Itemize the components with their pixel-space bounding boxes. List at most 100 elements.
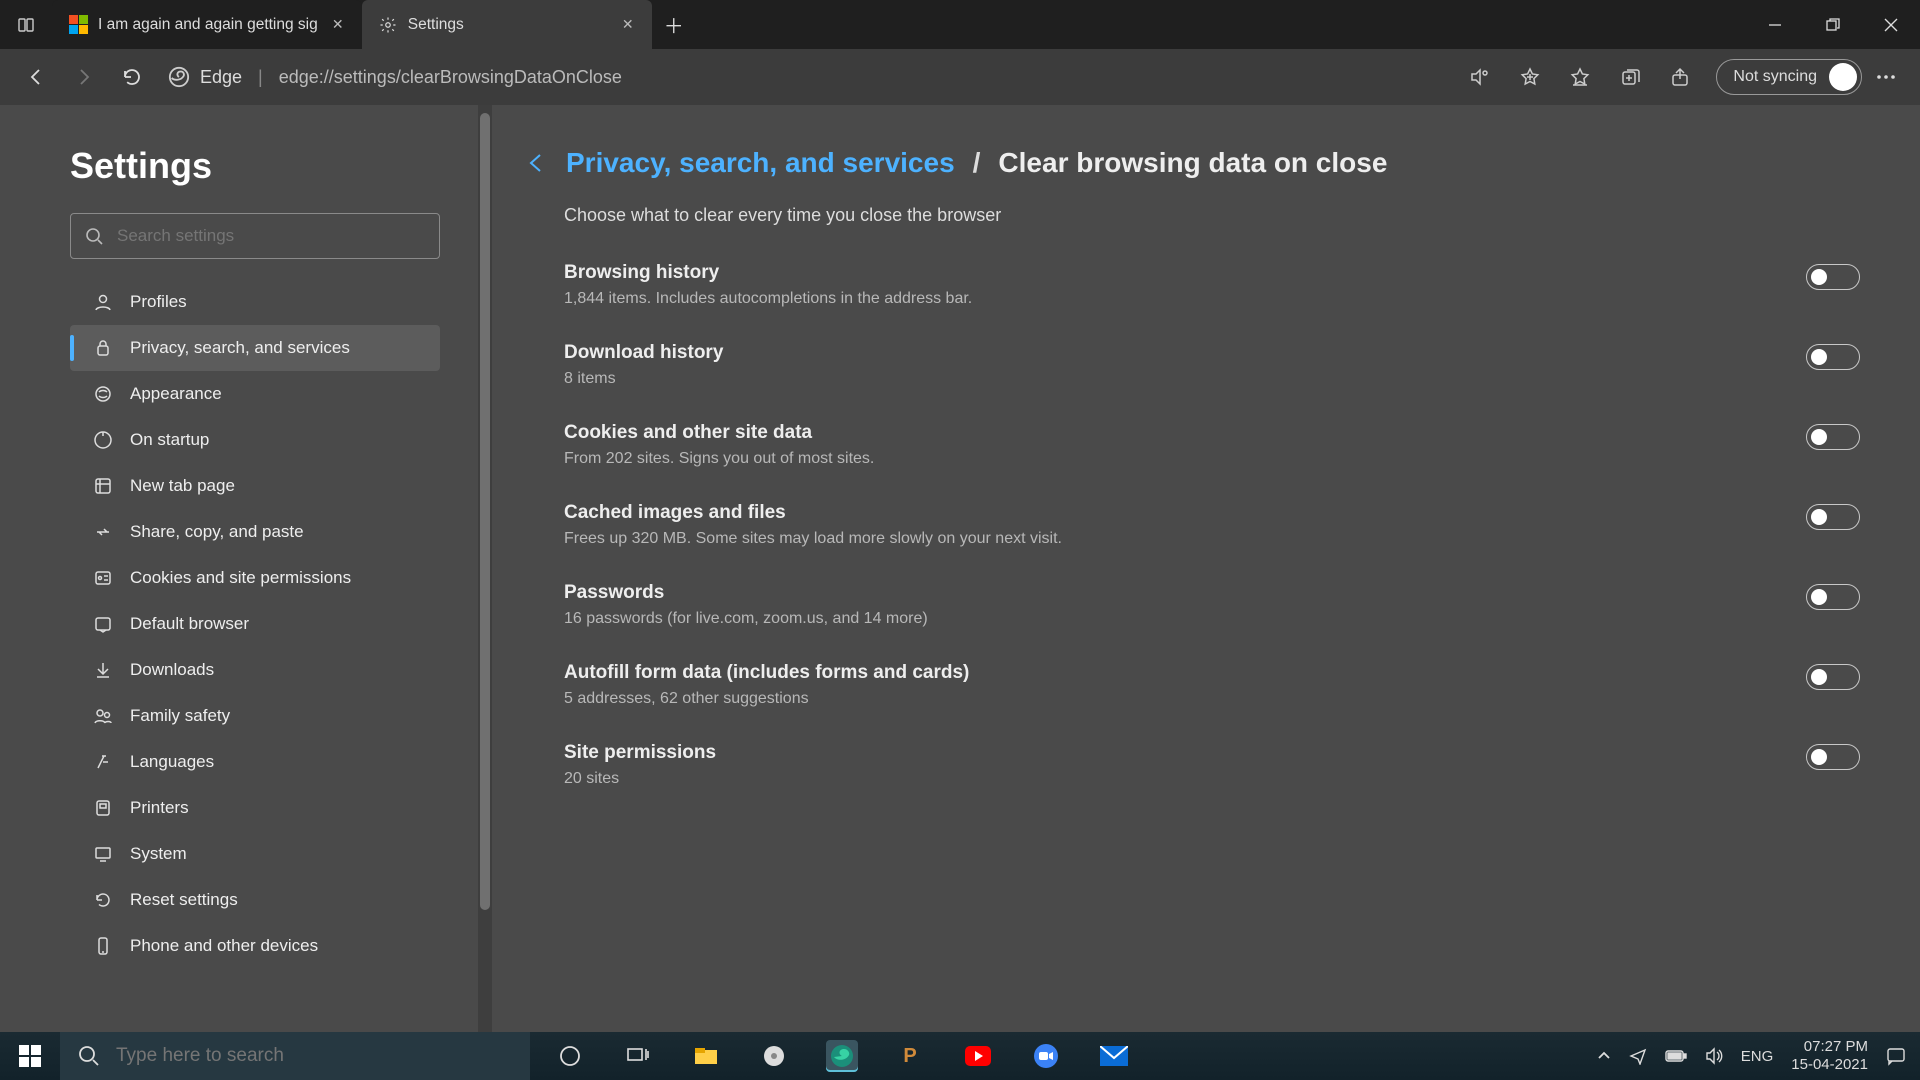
sidebar-item[interactable]: On startup <box>70 417 440 463</box>
sidebar-item[interactable]: Family safety <box>70 693 440 739</box>
settings-sidebar: Settings ProfilesPrivacy, search, and se… <box>0 105 478 1032</box>
notifications-icon[interactable] <box>1886 1046 1906 1066</box>
item-description: 20 sites <box>564 770 1806 788</box>
sidebar-item[interactable]: Downloads <box>70 647 440 693</box>
window-minimize-button[interactable] <box>1746 0 1804 49</box>
clock[interactable]: 07:27 PM 15-04-2021 <box>1791 1038 1868 1074</box>
window-maximize-button[interactable] <box>1804 0 1862 49</box>
item-title: Autofill form data (includes forms and c… <box>564 662 1806 684</box>
taskbar-search-input[interactable] <box>116 1045 512 1067</box>
sidebar-item-label: Family safety <box>130 706 230 726</box>
item-description: 8 items <box>564 370 1806 388</box>
sidebar-item[interactable]: Phone and other devices <box>70 923 440 969</box>
favorites-star-icon[interactable] <box>1518 65 1542 89</box>
nav-icon <box>92 752 114 772</box>
favorites-list-icon[interactable] <box>1568 65 1592 89</box>
address-bar[interactable]: Edge | edge://settings/clearBrowsingData… <box>168 57 1464 97</box>
language-indicator[interactable]: ENG <box>1741 1048 1774 1065</box>
sidebar-item[interactable]: Appearance <box>70 371 440 417</box>
collections-icon[interactable] <box>1618 65 1642 89</box>
taskbar-search[interactable] <box>60 1032 530 1080</box>
sidebar-item-label: Downloads <box>130 660 214 680</box>
breadcrumb-back-button[interactable] <box>522 150 548 176</box>
tray-expand-icon[interactable] <box>1597 1049 1611 1063</box>
sidebar-item[interactable]: System <box>70 831 440 877</box>
tab-actions-button[interactable] <box>0 0 52 49</box>
search-settings-input[interactable] <box>70 213 440 259</box>
toggle-switch[interactable] <box>1806 664 1860 690</box>
task-view-icon[interactable] <box>622 1040 654 1072</box>
app-icon-disc[interactable] <box>758 1040 790 1072</box>
nav-icon <box>92 844 114 864</box>
sidebar-item[interactable]: Profiles <box>70 279 440 325</box>
system-tray: ENG 07:27 PM 15-04-2021 <box>1597 1038 1920 1074</box>
menu-button[interactable] <box>1866 74 1906 80</box>
volume-icon[interactable] <box>1705 1047 1723 1065</box>
search-settings-field[interactable] <box>117 226 425 246</box>
zoom-icon[interactable] <box>1030 1040 1062 1072</box>
sidebar-item-label: Default browser <box>130 614 249 634</box>
mail-icon[interactable] <box>1098 1040 1130 1072</box>
sidebar-item[interactable]: Languages <box>70 739 440 785</box>
cortana-icon[interactable] <box>554 1040 586 1072</box>
clock-time: 07:27 PM <box>1791 1038 1868 1056</box>
sidebar-item[interactable]: Privacy, search, and services <box>70 325 440 371</box>
back-button[interactable] <box>14 55 58 99</box>
sidebar-scrollbar[interactable] <box>478 105 492 1032</box>
edge-icon <box>168 66 190 88</box>
sidebar-item[interactable]: Reset settings <box>70 877 440 923</box>
scrollbar-thumb[interactable] <box>480 113 490 910</box>
clock-date: 15-04-2021 <box>1791 1056 1868 1074</box>
file-explorer-icon[interactable] <box>690 1040 722 1072</box>
sidebar-item[interactable]: Share, copy, and paste <box>70 509 440 555</box>
start-button[interactable] <box>0 1045 60 1067</box>
app-icon-p[interactable]: P <box>894 1040 926 1072</box>
read-aloud-icon[interactable] <box>1468 65 1492 89</box>
profile-sync-button[interactable]: Not syncing <box>1716 59 1862 95</box>
toggle-switch[interactable] <box>1806 504 1860 530</box>
toggle-switch[interactable] <box>1806 264 1860 290</box>
search-icon <box>78 1045 100 1067</box>
site-identity-label: Edge <box>200 67 242 88</box>
forward-button[interactable] <box>62 55 106 99</box>
item-title: Cached images and files <box>564 502 1806 524</box>
sync-label: Not syncing <box>1733 68 1817 86</box>
tab-active[interactable]: Settings ✕ <box>362 0 652 49</box>
browser-toolbar: Edge | edge://settings/clearBrowsingData… <box>0 49 1920 105</box>
toggle-switch[interactable] <box>1806 344 1860 370</box>
toggle-switch[interactable] <box>1806 424 1860 450</box>
sidebar-item[interactable]: Cookies and site permissions <box>70 555 440 601</box>
nav-icon <box>92 798 114 818</box>
sidebar-item-label: Printers <box>130 798 189 818</box>
sidebar-item[interactable]: Printers <box>70 785 440 831</box>
item-title: Cookies and other site data <box>564 422 1806 444</box>
battery-icon[interactable] <box>1665 1049 1687 1063</box>
site-identity[interactable]: Edge <box>168 66 242 88</box>
tab-label: I am again and again getting sig <box>98 16 318 34</box>
breadcrumb-separator: / <box>973 147 981 179</box>
sidebar-item-label: Languages <box>130 752 214 772</box>
refresh-button[interactable] <box>110 55 154 99</box>
close-tab-button[interactable]: ✕ <box>328 15 348 35</box>
nav-icon <box>92 430 114 450</box>
item-description: Frees up 320 MB. Some sites may load mor… <box>564 530 1806 548</box>
close-tab-button[interactable]: ✕ <box>618 15 638 35</box>
toggle-switch[interactable] <box>1806 584 1860 610</box>
new-tab-button[interactable]: ＋ <box>652 0 696 49</box>
nav-icon <box>92 338 114 358</box>
edge-browser-icon[interactable] <box>826 1040 858 1072</box>
window-close-button[interactable] <box>1862 0 1920 49</box>
sidebar-item-label: New tab page <box>130 476 235 496</box>
item-title: Site permissions <box>564 742 1806 764</box>
airplane-mode-icon[interactable] <box>1629 1047 1647 1065</box>
sidebar-item-label: Appearance <box>130 384 222 404</box>
nav-icon <box>92 384 114 404</box>
toggle-switch[interactable] <box>1806 744 1860 770</box>
sidebar-item-label: Phone and other devices <box>130 936 318 956</box>
tab-inactive[interactable]: I am again and again getting sig ✕ <box>52 0 362 49</box>
sidebar-item[interactable]: Default browser <box>70 601 440 647</box>
share-icon[interactable] <box>1668 65 1692 89</box>
breadcrumb-link[interactable]: Privacy, search, and services <box>566 147 955 179</box>
sidebar-item[interactable]: New tab page <box>70 463 440 509</box>
youtube-icon[interactable] <box>962 1040 994 1072</box>
